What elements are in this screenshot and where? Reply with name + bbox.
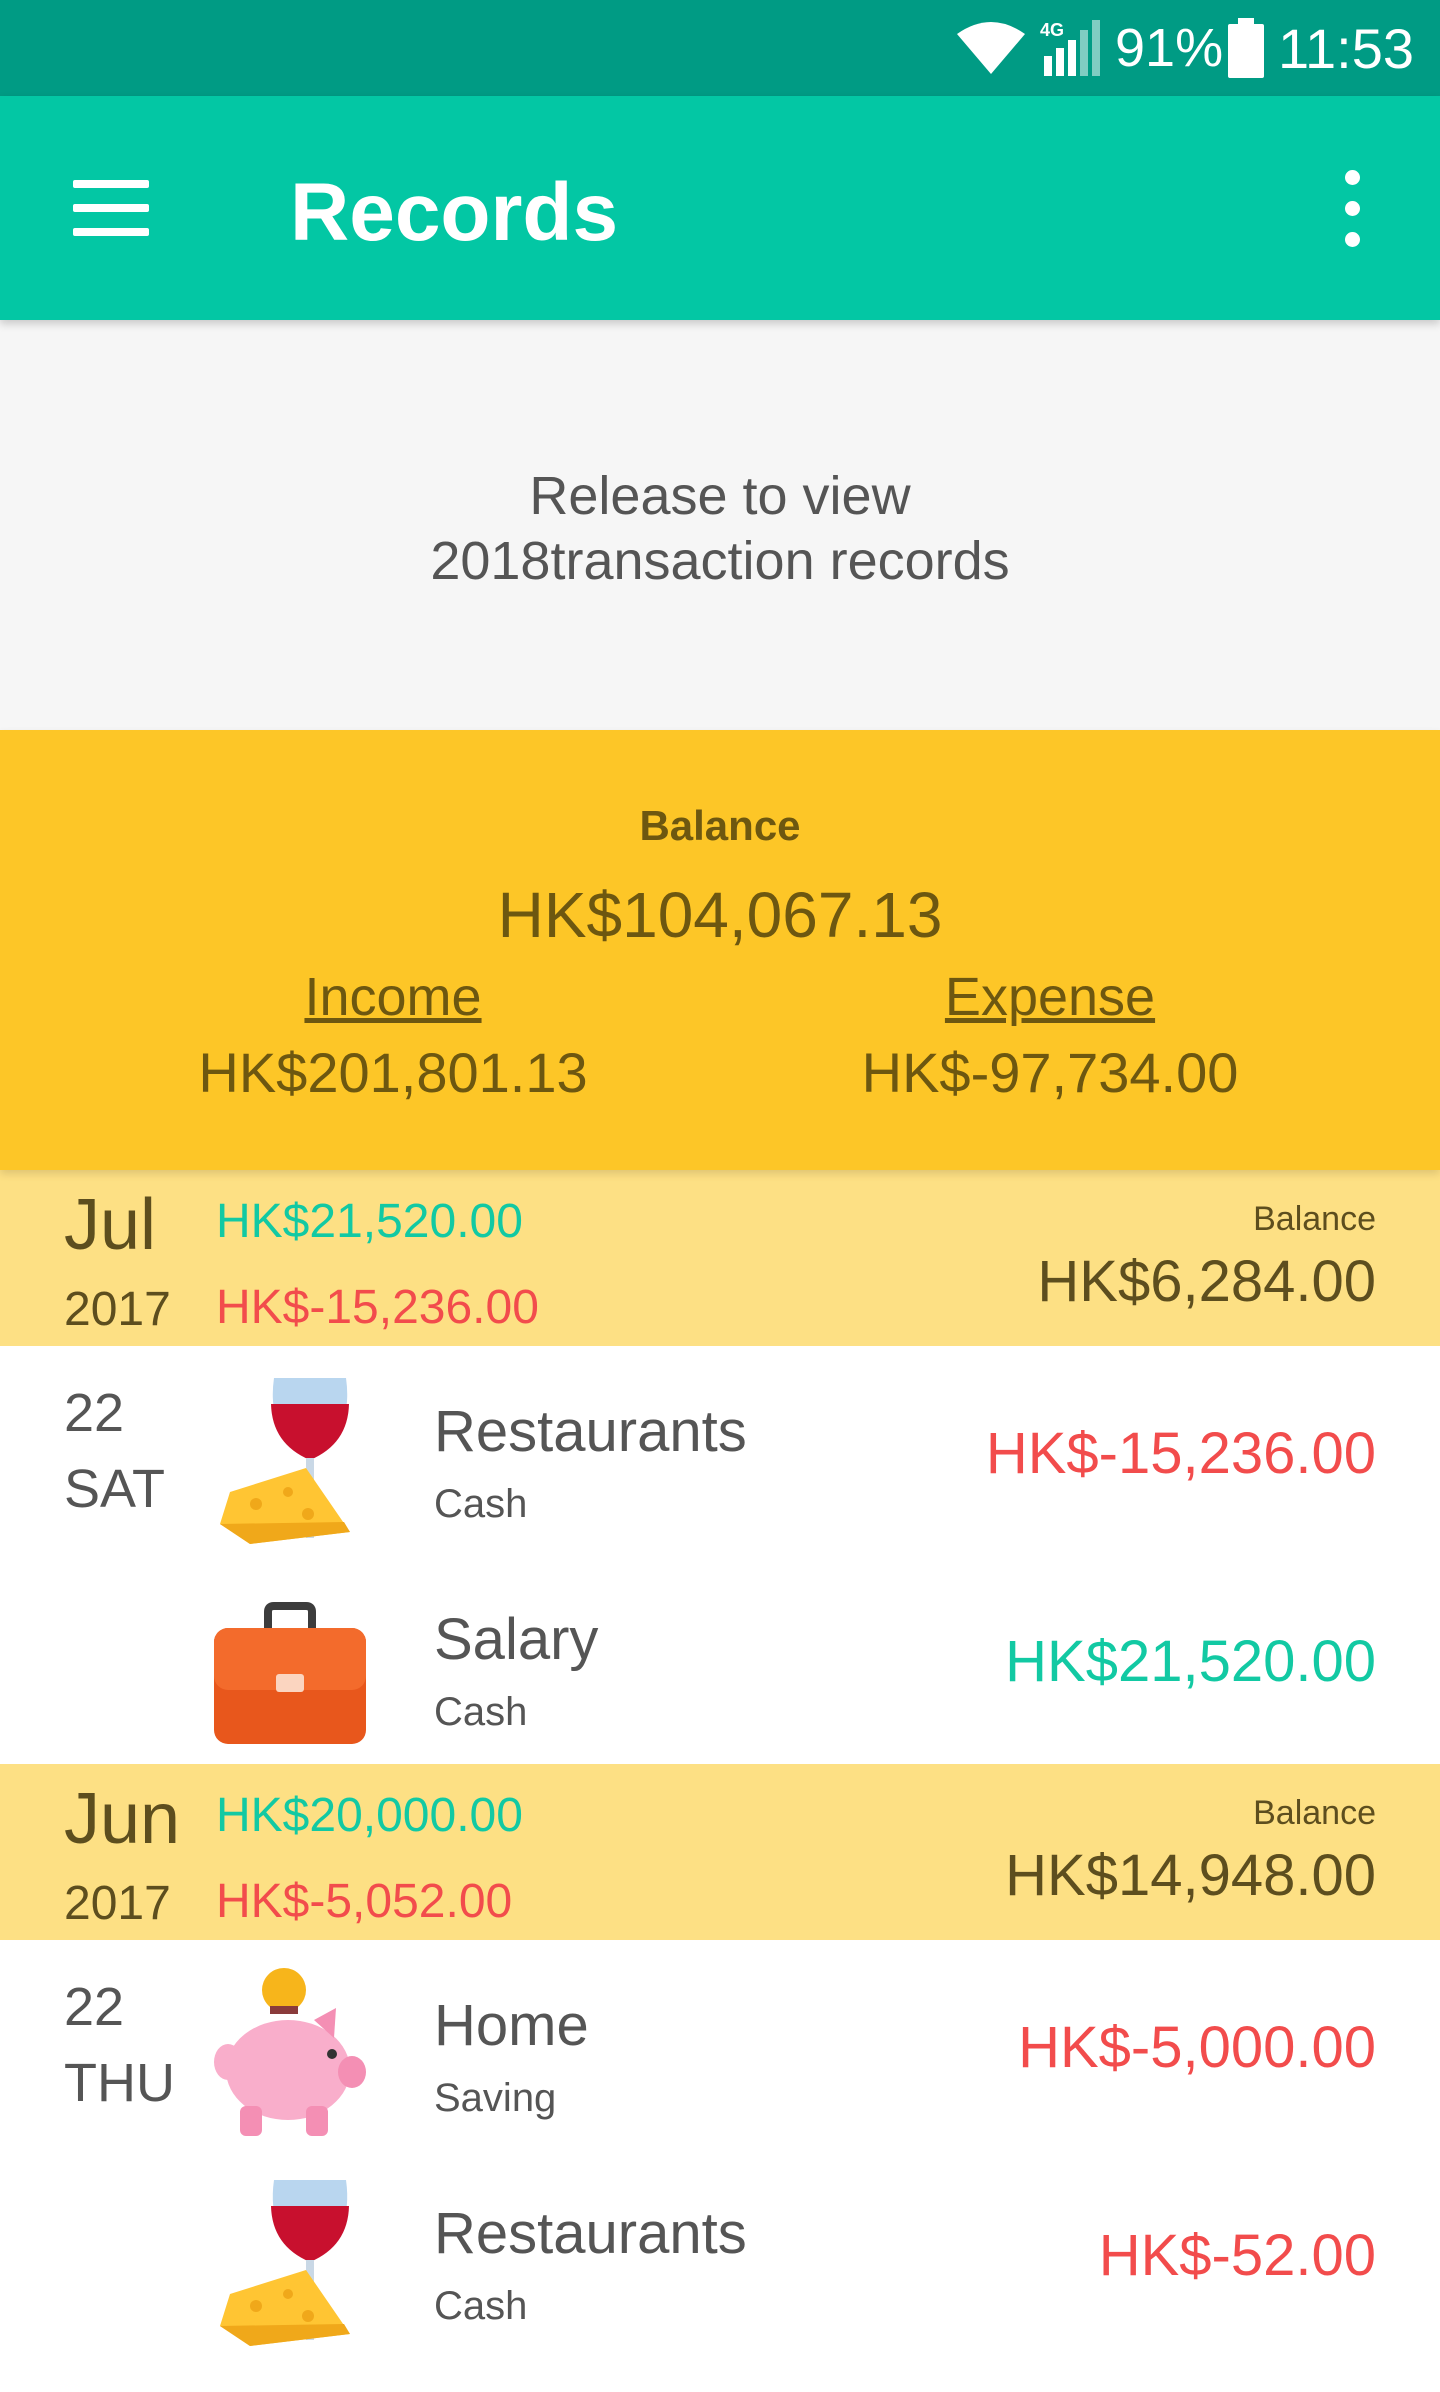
pull-hint-line1: Release to view (529, 466, 911, 526)
txn-category: Restaurants (434, 2201, 747, 2266)
income-value: HK$201,801.13 (198, 1041, 588, 1104)
txn-weekday: SAT (64, 1459, 166, 1519)
wine-cheese-icon (210, 2176, 370, 2346)
summary-card: Balance HK$104,067.13 Income HK$201,801.… (0, 730, 1440, 1170)
txn-amount: HK$21,520.00 (1005, 1629, 1376, 1694)
month-year: 2017 (64, 1877, 171, 1930)
txn-amount: HK$-5,000.00 (1018, 2015, 1376, 2080)
month-name: Jul (64, 1185, 157, 1265)
pull-hint-line2: 2018transaction records (430, 531, 1010, 591)
pull-to-load-area[interactable]: Release to view 2018transaction records (0, 320, 1440, 730)
battery-icon (1228, 0, 1264, 96)
piggy-bank-icon (210, 1968, 370, 2138)
txn-account: Cash (434, 1690, 528, 1734)
balance-label: Balance (639, 802, 801, 849)
txn-amount: HK$-52.00 (1098, 2223, 1376, 2288)
expense-value: HK$-97,734.00 (861, 1041, 1239, 1104)
transaction-row[interactable]: Restaurants Cash HK$-52.00 (0, 2148, 1440, 2356)
month-balance-label: Balance (1253, 1200, 1376, 1238)
month-header[interactable]: Jul 2017 HK$21,520.00 HK$-15,236.00 Bala… (0, 1170, 1440, 1346)
txn-account: Cash (434, 1482, 528, 1526)
hamburger-menu-icon[interactable] (60, 158, 160, 258)
transaction-row[interactable]: Salary Cash HK$21,520.00 (0, 1554, 1440, 1762)
clock: 11:53 (1278, 16, 1414, 80)
txn-day: 22 (64, 1977, 125, 2037)
transaction-row[interactable]: 22 SAT Restaurants Cash HK$-15,236.00 (0, 1346, 1440, 1554)
signal-icon: 4G (1040, 0, 1104, 96)
txn-day: 22 (64, 1383, 125, 1443)
month-header[interactable]: Jun 2017 HK$20,000.00 HK$-5,052.00 Balan… (0, 1764, 1440, 1940)
month-income: HK$21,520.00 (216, 1195, 523, 1248)
balance-value: HK$104,067.13 (497, 879, 943, 951)
income-link[interactable]: Income (93, 966, 693, 1028)
expense-link[interactable]: Expense (750, 966, 1350, 1028)
txn-category: Salary (434, 1607, 599, 1672)
more-vert-icon[interactable] (1320, 158, 1384, 258)
transaction-row[interactable]: 22 THU Home Saving HK$-5,000.00 (0, 1940, 1440, 2148)
briefcase-icon (210, 1582, 370, 1752)
wine-cheese-icon (210, 1374, 370, 1544)
txn-weekday: THU (64, 2053, 175, 2113)
month-balance-value: HK$14,948.00 (1005, 1843, 1376, 1908)
month-name: Jun (64, 1779, 181, 1859)
month-year: 2017 (64, 1283, 171, 1336)
battery-percent: 91% (1115, 18, 1224, 78)
txn-category: Home (434, 1993, 589, 2058)
txn-account: Cash (434, 2284, 528, 2328)
txn-amount: HK$-15,236.00 (985, 1421, 1376, 1486)
month-income: HK$20,000.00 (216, 1789, 523, 1842)
txn-category: Restaurants (434, 1399, 747, 1464)
month-balance-value: HK$6,284.00 (1037, 1249, 1376, 1314)
wifi-icon (955, 0, 1027, 96)
page-title: Records (290, 167, 619, 258)
app-bar: Records (0, 96, 1440, 320)
status-bar: 4G 91% 11:53 (0, 0, 1440, 96)
month-expense: HK$-15,236.00 (216, 1281, 539, 1334)
month-expense: HK$-5,052.00 (216, 1875, 513, 1928)
network-type-label: 4G (1040, 20, 1064, 40)
txn-account: Saving (434, 2076, 557, 2120)
month-balance-label: Balance (1253, 1794, 1376, 1832)
